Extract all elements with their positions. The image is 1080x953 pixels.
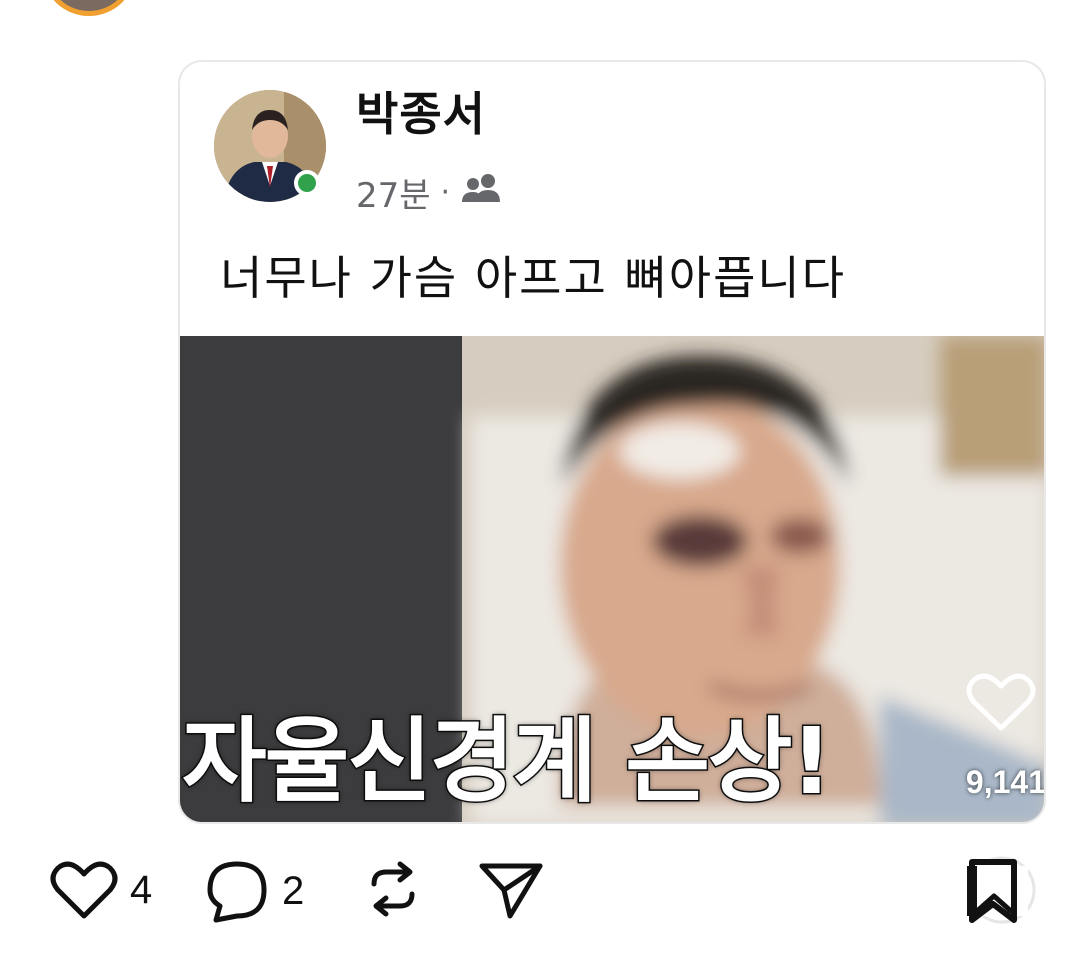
repost-button[interactable] xyxy=(360,856,426,922)
like-button[interactable]: 4 xyxy=(48,856,152,924)
image-like-count: 9,141 xyxy=(965,764,1046,800)
post-text: 너무나 가슴 아프고 뼈아픕니다 xyxy=(220,251,847,305)
image-caption: 자율신경계 손상! xyxy=(180,707,833,817)
send-icon[interactable] xyxy=(476,856,546,922)
post-time[interactable]: 27분 xyxy=(356,168,431,217)
repost-icon[interactable] xyxy=(360,856,426,922)
bookmark-icon[interactable] xyxy=(960,852,1036,932)
friends-icon xyxy=(460,172,504,213)
profile-avatar[interactable] xyxy=(44,0,134,16)
share-button[interactable] xyxy=(476,856,546,922)
like-count: 4 xyxy=(130,867,153,912)
action-bar: 4 2 xyxy=(48,856,1048,932)
author-name[interactable]: 박종서 xyxy=(356,78,486,144)
heart-icon[interactable] xyxy=(48,856,120,924)
comment-button[interactable]: 2 xyxy=(202,856,304,926)
save-button[interactable] xyxy=(960,852,1036,932)
online-status-dot xyxy=(294,170,320,196)
post-meta: 27분 · xyxy=(356,168,504,217)
quoted-post-card[interactable]: 박종서 27분 · 너무나 가슴 아프고 뼈아픕니다 자율신경계 손상! 9,1… xyxy=(178,60,1046,824)
comment-count: 2 xyxy=(282,868,305,913)
comment-icon[interactable] xyxy=(202,856,272,926)
meta-separator: · xyxy=(440,175,451,210)
post-image[interactable]: 자율신경계 손상! 9,141 xyxy=(180,336,1046,822)
image-heart-icon[interactable] xyxy=(966,670,1036,734)
